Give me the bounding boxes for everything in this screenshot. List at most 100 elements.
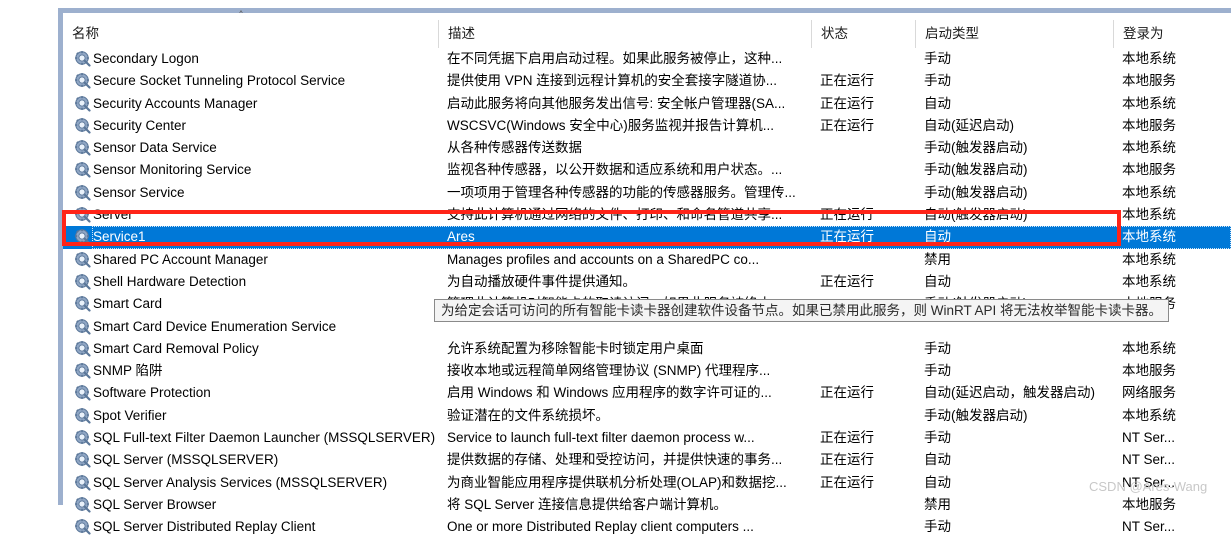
cell-startup-type: 自动(触发器启动) xyxy=(924,207,1028,223)
cell-description: 接收本地或远程简单网络管理协议 (SNMP) 代理程序... xyxy=(447,363,771,379)
table-row[interactable]: SQL Server (MSSQLSERVER) 提供数据的存储、处理和受控访问，… xyxy=(63,449,1231,471)
cell-description: 验证潜在的文件系统损坏。 xyxy=(447,407,609,423)
cell-status xyxy=(811,137,915,159)
cell-startup-type: 禁用 xyxy=(924,251,951,267)
watermark: CSDN @Ares-Wang xyxy=(1089,479,1208,494)
column-header-logon-as[interactable]: 登录为 xyxy=(1113,20,1231,48)
table-row[interactable]: Secure Socket Tunneling Protocol Service… xyxy=(63,70,1231,92)
cell-status xyxy=(811,48,915,70)
cell-logon-as: 本地服务 xyxy=(1122,496,1176,512)
table-row[interactable]: Security Accounts Manager 启动此服务将向其他服务发出信号… xyxy=(63,93,1231,115)
cell-service-name: Spot Verifier xyxy=(93,407,167,423)
cell-service-name: SQL Server Browser xyxy=(93,496,217,512)
cell-startup-type: 手动(触发器启动) xyxy=(924,140,1028,156)
table-row[interactable]: Sensor Monitoring Service 监视各种传感器，以公开数据和适… xyxy=(63,159,1231,181)
cell-logon-as: 本地服务 xyxy=(1122,363,1176,379)
cell-logon-as: 本地系统 xyxy=(1122,140,1176,156)
column-header-startup-type[interactable]: 启动类型 xyxy=(915,20,1113,48)
cell-startup-type: 自动 xyxy=(924,95,951,111)
cell-status: 正在运行 xyxy=(820,207,874,223)
table-row[interactable]: SQL Server Analysis Services (MSSQLSERVE… xyxy=(63,472,1231,494)
cell-logon-as: 本地系统 xyxy=(1122,251,1176,267)
cell-startup-type: 手动 xyxy=(924,519,951,535)
cell-status xyxy=(811,159,915,181)
table-row[interactable]: SNMP 陷阱 接收本地或远程简单网络管理协议 (SNMP) 代理程序... 手动 本… xyxy=(63,360,1231,382)
cell-startup-type: 自动 xyxy=(924,474,951,490)
cell-status: 正在运行 xyxy=(820,452,874,468)
cell-status xyxy=(811,182,915,204)
cell-status xyxy=(811,405,915,427)
table-row[interactable]: SQL Full-text Filter Daemon Launcher (MS… xyxy=(63,427,1231,449)
cell-logon-as: 本地系统 xyxy=(1122,95,1176,111)
cell-status: 正在运行 xyxy=(820,117,874,133)
cell-logon-as: 本地系统 xyxy=(1122,207,1176,223)
cell-logon-as: 本地系统 xyxy=(1122,273,1176,289)
cell-service-name: SQL Server (MSSQLSERVER) xyxy=(93,452,279,468)
table-row[interactable]: Shared PC Account Manager Manages profile… xyxy=(63,249,1231,271)
cell-service-name: Software Protection xyxy=(93,385,211,401)
cell-status: 正在运行 xyxy=(820,430,874,446)
table-row[interactable]: SQL Server Distributed Replay Client One … xyxy=(63,516,1231,538)
cell-service-name: Security Center xyxy=(93,117,187,133)
table-row[interactable]: SQL Server Browser 将 SQL Server 连接信息提供给客户… xyxy=(63,494,1231,516)
column-header-description[interactable]: 描述 xyxy=(438,20,811,48)
cell-status: 正在运行 xyxy=(820,273,874,289)
table-row[interactable]: Sensor Data Service 从各种传感器传送数据 手动(触发器启动) 本地… xyxy=(63,137,1231,159)
cell-status xyxy=(811,516,915,538)
cell-startup-type: 手动 xyxy=(924,363,951,379)
cell-startup-type: 手动(触发器启动) xyxy=(924,162,1028,178)
table-row[interactable]: Smart Card Removal Policy 允许系统配置为移除智能卡时锁定… xyxy=(63,338,1231,360)
cell-status: 正在运行 xyxy=(820,73,874,89)
cell-logon-as: NT Ser... xyxy=(1122,430,1176,446)
cell-description: WSCSVC(Windows 安全中心)服务监视并报告计算机... xyxy=(447,117,775,133)
cell-logon-as: 本地服务 xyxy=(1122,117,1176,133)
cell-logon-as: 本地服务 xyxy=(1122,73,1176,89)
cell-status xyxy=(811,249,915,271)
cell-service-name: Service1 xyxy=(93,229,146,245)
cell-description: 提供使用 VPN 连接到远程计算机的安全套接字隧道协... xyxy=(447,73,778,89)
cell-description: 启用 Windows 和 Windows 应用程序的数字许可证的... xyxy=(447,385,772,401)
cell-service-name: Smart Card xyxy=(93,296,163,312)
cell-description: 支持此计算机通过网络的文件、打印、和命名管道共享... xyxy=(447,207,783,223)
cell-startup-type: 手动 xyxy=(924,340,951,356)
cell-startup-type: 手动(触发器启动) xyxy=(924,184,1028,200)
cell-service-name: Security Accounts Manager xyxy=(93,95,258,111)
cell-service-name: Shell Hardware Detection xyxy=(93,273,247,289)
cell-service-name: Smart Card Device Enumeration Service xyxy=(93,318,337,334)
cell-description: Ares xyxy=(447,229,475,245)
cell-startup-type: 自动 xyxy=(924,273,951,289)
table-row[interactable]: Shell Hardware Detection 为自动播放硬件事件提供通知。 正在… xyxy=(63,271,1231,293)
cell-startup-type: 自动 xyxy=(924,452,951,468)
cell-status: 正在运行 xyxy=(820,229,874,245)
column-header-status[interactable]: 状态 xyxy=(811,20,915,48)
cell-status xyxy=(811,360,915,382)
cell-description: One or more Distributed Replay client co… xyxy=(447,519,754,535)
cell-startup-type: 禁用 xyxy=(924,496,951,512)
cell-service-name: SQL Full-text Filter Daemon Launcher (MS… xyxy=(93,430,436,446)
cell-description: 为自动播放硬件事件提供通知。 xyxy=(447,273,636,289)
table-row[interactable]: Secondary Logon 在不同凭据下启用启动过程。如果此服务被停止，这种.… xyxy=(63,48,1231,70)
cell-startup-type: 手动(触发器启动) xyxy=(924,407,1028,423)
table-row-selected[interactable]: Service1 Ares 正在运行 自动 本地系统 xyxy=(63,226,1231,249)
cell-service-name: SNMP 陷阱 xyxy=(93,363,163,379)
cell-description: 监视各种传感器，以公开数据和适应系统和用户状态。... xyxy=(447,162,783,178)
cell-logon-as: 本地系统 xyxy=(1122,51,1176,66)
services-list[interactable]: Secondary Logon 在不同凭据下启用启动过程。如果此服务被停止，这种.… xyxy=(63,48,1231,539)
table-row[interactable]: Sensor Service 一项项用于管理各种传感器的功能的传感器服务。管理传.… xyxy=(63,182,1231,204)
table-row[interactable]: Security Center WSCSVC(Windows 安全中心)服务监视并… xyxy=(63,115,1231,137)
column-header-name[interactable]: 名称 xyxy=(63,20,438,48)
cell-status: 正在运行 xyxy=(820,95,874,111)
cell-status: 正在运行 xyxy=(820,385,874,401)
cell-description: 提供数据的存储、处理和受控访问，并提供快速的事务... xyxy=(447,452,783,468)
cell-logon-as: NT Ser... xyxy=(1122,519,1176,535)
table-row[interactable]: Software Protection 启用 Windows 和 Windows … xyxy=(63,382,1231,404)
table-row[interactable]: Server 支持此计算机通过网络的文件、打印、和命名管道共享... 正在运行 自动(… xyxy=(63,204,1231,226)
cell-description: 为商业智能应用程序提供联机分析处理(OLAP)和数据挖... xyxy=(447,474,787,490)
cell-description: 从各种传感器传送数据 xyxy=(447,140,582,156)
cell-service-name: Sensor Data Service xyxy=(93,140,217,156)
cell-startup-type: 手动 xyxy=(924,51,951,66)
cell-description: 将 SQL Server 连接信息提供给客户端计算机。 xyxy=(447,496,728,512)
cell-description: Service to launch full-text filter daemo… xyxy=(447,430,755,446)
cell-status xyxy=(811,494,915,516)
table-row[interactable]: Spot Verifier 验证潜在的文件系统损坏。 手动(触发器启动) 本地系统 xyxy=(63,405,1231,427)
